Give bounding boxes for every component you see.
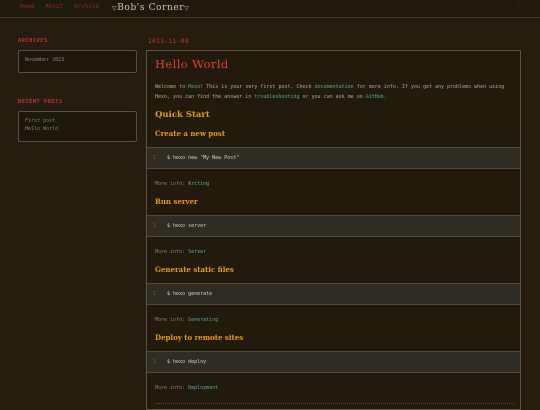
sidebar: ARCHIVES November 2023 RECENT POSTS Firs…	[18, 38, 137, 142]
writing-link[interactable]: Writing	[188, 181, 209, 187]
troubleshooting-link[interactable]: troubleshooting	[254, 94, 299, 100]
top-bar: Home About Archive ▽Bob's Corner▽ |	[0, 0, 540, 18]
quick-start-heading: Quick Start	[155, 110, 210, 120]
nav-archive-link[interactable]: Archive	[74, 3, 99, 10]
code-line: $ hexo new "My New Post"	[167, 155, 240, 161]
top-right-mark: |	[516, 3, 520, 10]
recent-posts-heading: RECENT POSTS	[18, 99, 63, 105]
server-link[interactable]: Server	[188, 249, 206, 255]
code-block: 1 $ hexo new "My New Post"	[147, 147, 520, 169]
recent-posts-box: First post Hello World	[18, 111, 137, 142]
more-info: More info: Server	[155, 249, 206, 255]
intro-text: or you can ask me on	[299, 94, 366, 100]
code-line: $ hexo generate	[167, 291, 213, 297]
divider	[155, 403, 514, 404]
triangle-down-icon: ▽	[184, 5, 190, 12]
post-title[interactable]: Hello World	[155, 57, 229, 71]
line-number: 1	[153, 291, 157, 297]
hexo-link[interactable]: Hexo	[188, 84, 200, 90]
archive-item[interactable]: November 2023	[25, 57, 64, 63]
section-heading: Create a new post	[155, 129, 226, 138]
nav-about-link[interactable]: About	[45, 3, 63, 10]
more-info: More info: Deployment	[155, 385, 218, 391]
section-heading: Generate static files	[155, 265, 234, 274]
more-info-label: More info:	[155, 317, 189, 323]
line-number: 1	[153, 223, 157, 229]
archives-box: November 2023	[18, 50, 137, 73]
intro-text: ! This is your very first post. Check	[200, 84, 315, 90]
github-link[interactable]: GitHub	[366, 94, 384, 100]
code-line: $ hexo deploy	[167, 359, 207, 365]
post-date[interactable]: 2023-11-08	[148, 38, 189, 45]
main-nav: Home About Archive	[20, 3, 106, 10]
nav-home-link[interactable]: Home	[20, 3, 34, 10]
intro-text: .	[383, 94, 387, 100]
code-block: 1 $ hexo server	[147, 215, 520, 237]
code-block: 1 $ hexo deploy	[147, 351, 520, 373]
site-title[interactable]: ▽Bob's Corner▽	[112, 3, 189, 13]
line-number: 1	[153, 359, 157, 365]
post-intro: Welcome to Hexo! This is your very first…	[155, 82, 510, 102]
code-block: 1 $ hexo generate	[147, 283, 520, 305]
intro-text: Welcome to	[155, 84, 189, 90]
deployment-link[interactable]: Deployment	[188, 385, 218, 391]
more-info-label: More info:	[155, 249, 189, 255]
site-title-text: Bob's Corner	[117, 3, 185, 13]
more-info-label: More info:	[155, 385, 189, 391]
generating-link[interactable]: Generating	[188, 317, 218, 323]
section-heading: Run server	[155, 197, 198, 206]
recent-post-link[interactable]: Hello World	[25, 125, 130, 133]
documentation-link[interactable]: documentation	[315, 84, 354, 90]
more-info: More info: Generating	[155, 317, 218, 323]
post-article: Hello World Welcome to Hexo! This is you…	[146, 50, 521, 410]
more-info: More info: Writing	[155, 181, 209, 187]
recent-post-link[interactable]: First post	[25, 117, 130, 125]
code-line: $ hexo server	[167, 223, 207, 229]
section-heading: Deploy to remote sites	[155, 333, 244, 342]
line-number: 1	[153, 155, 157, 161]
more-info-label: More info:	[155, 181, 189, 187]
archives-heading: ARCHIVES	[18, 38, 48, 44]
